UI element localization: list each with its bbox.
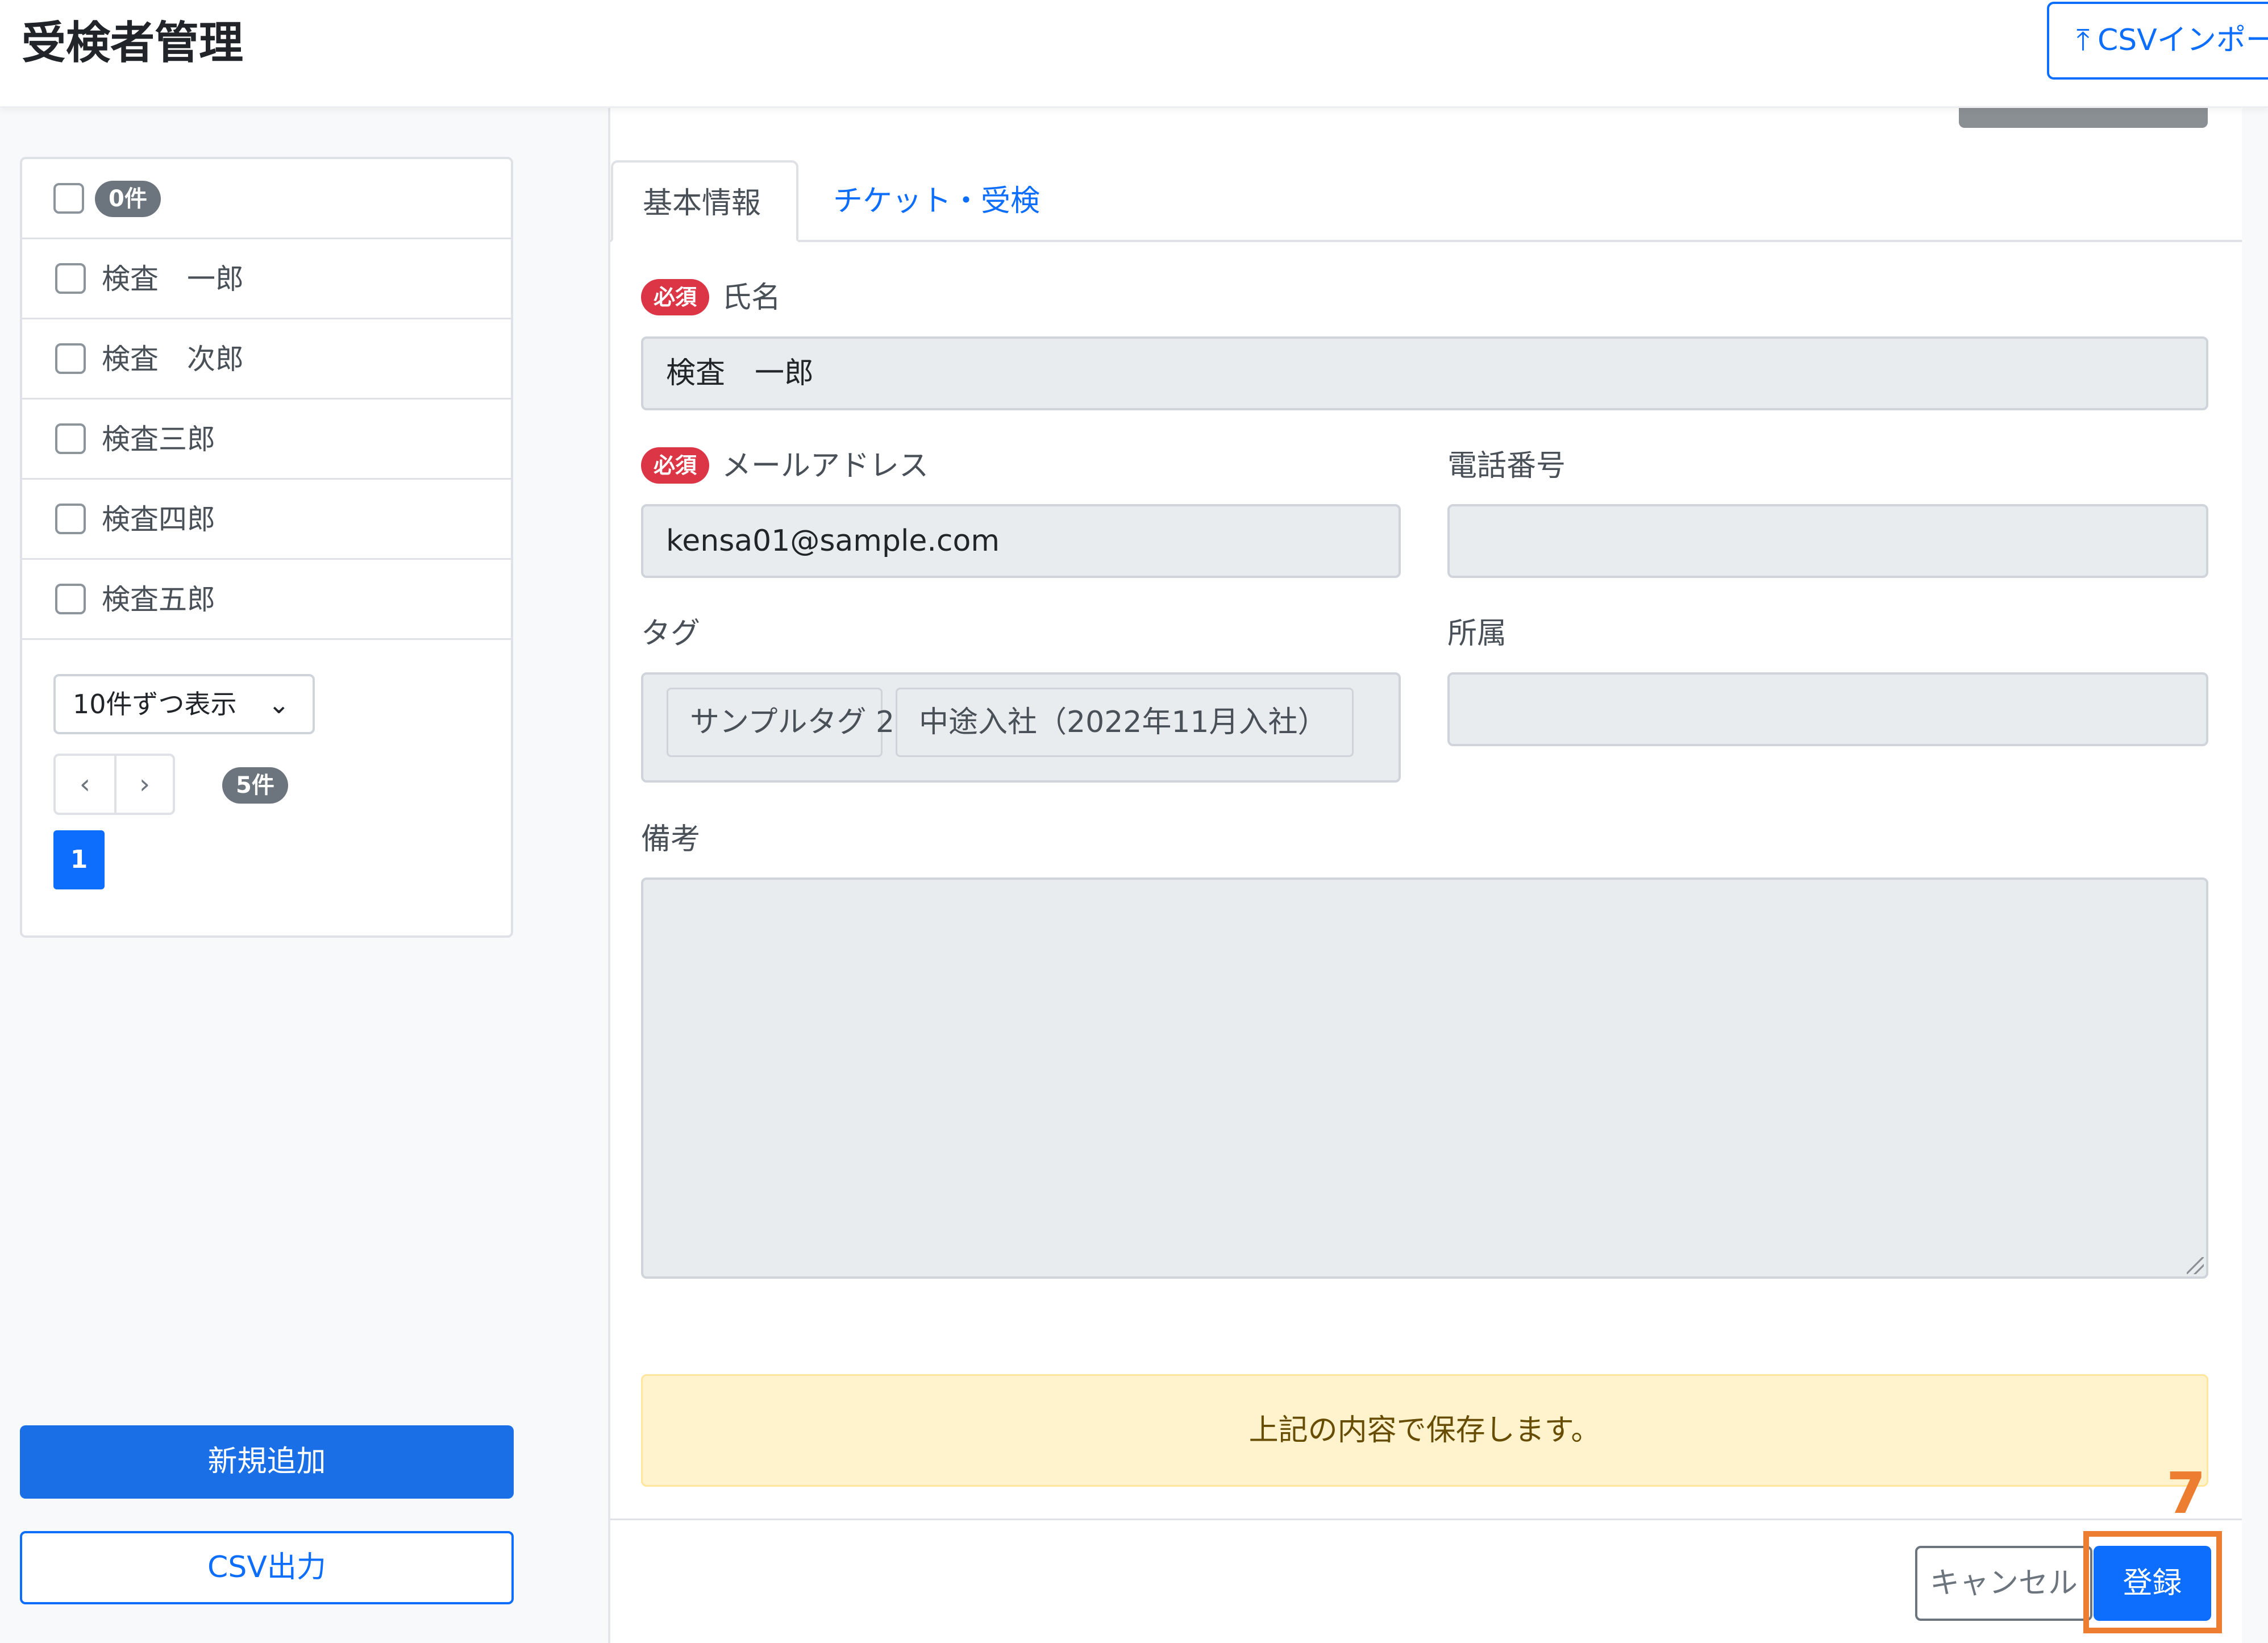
step-number: 7	[2166, 1460, 2206, 1526]
pagination-arrows: ‹ ›	[53, 754, 175, 815]
next-page-button[interactable]: ›	[114, 756, 173, 813]
list-item[interactable]: 検査四郎	[22, 480, 511, 560]
tab-divider	[610, 240, 2242, 242]
per-page-select[interactable]: 10件ずつ表示 ⌄	[53, 674, 315, 734]
add-new-button[interactable]: 新規追加	[20, 1425, 514, 1499]
page-title: 受検者管理	[22, 18, 244, 69]
per-page-value: 10件ずつ表示	[73, 689, 237, 719]
examinee-name[interactable]: 検査三郎	[102, 400, 215, 480]
row-checkbox[interactable]	[55, 504, 86, 534]
selected-count-badge: 0件	[95, 181, 161, 217]
tab-basic-info[interactable]: 基本情報	[611, 160, 798, 242]
phone-field[interactable]	[1447, 504, 2208, 578]
required-badge: 必須	[641, 279, 710, 315]
name-label-text: 氏名	[722, 281, 781, 315]
name-label: 必須 氏名	[641, 275, 781, 321]
csv-import-label: CSVインポート	[2097, 23, 2268, 57]
examinee-name[interactable]: 検査 一郎	[102, 239, 244, 319]
affiliation-label: 所属	[1447, 617, 1507, 651]
examinee-name[interactable]: 検査四郎	[102, 480, 215, 560]
list-item[interactable]: 検査 次郎	[22, 319, 511, 400]
name-field[interactable]: 検査 一郎	[641, 336, 2208, 410]
list-item[interactable]: 検査 一郎	[22, 239, 511, 319]
chevron-down-icon: ⌄	[268, 689, 290, 719]
page-1-button[interactable]: 1	[53, 830, 105, 889]
csv-export-button[interactable]: CSV出力	[20, 1531, 514, 1604]
page-header: 受検者管理 ⤒CSVインポート	[0, 0, 2268, 108]
tag-chip[interactable]: 中途入社（2022年11月入社）	[896, 688, 1354, 757]
step-highlight-box	[2083, 1531, 2222, 1633]
email-label-text: メールアドレス	[722, 449, 929, 483]
email-label: 必須 メールアドレス	[641, 443, 929, 489]
select-all-checkbox[interactable]	[53, 183, 84, 214]
notes-textarea[interactable]	[641, 877, 2208, 1279]
prev-page-button[interactable]: ‹	[56, 756, 114, 813]
email-field[interactable]: kensa01@sample.com	[641, 504, 1401, 578]
examinee-name[interactable]: 検査 次郎	[102, 319, 244, 400]
cancel-button[interactable]: キャンセル	[1915, 1546, 2092, 1621]
list-item[interactable]: 検査三郎	[22, 400, 511, 480]
save-notice: 上記の内容で保存します。	[641, 1374, 2208, 1487]
affiliation-field[interactable]	[1447, 672, 2208, 746]
list-item[interactable]: 検査五郎	[22, 560, 511, 640]
select-all-row: 0件	[22, 159, 511, 239]
row-checkbox[interactable]	[55, 263, 86, 294]
partial-action-button[interactable]	[1959, 108, 2208, 128]
examinee-list-card: 0件 検査 一郎 検査 次郎 検査三郎 検査四郎 検査五郎 10件ずつ表示 ⌄ …	[20, 157, 513, 938]
row-checkbox[interactable]	[55, 584, 86, 614]
upload-icon: ⤒	[2076, 23, 2090, 57]
tag-chip[interactable]: サンプルタグ 2	[667, 688, 894, 757]
notes-label: 備考	[641, 822, 701, 856]
row-checkbox[interactable]	[55, 423, 86, 454]
csv-import-button[interactable]: ⤒CSVインポート	[2047, 2, 2268, 80]
tag-label: タグ	[641, 617, 701, 651]
examinee-name[interactable]: 検査五郎	[102, 560, 215, 640]
total-count-badge: 5件	[222, 767, 288, 804]
footer-divider	[610, 1519, 2242, 1520]
phone-label: 電話番号	[1447, 449, 1566, 483]
resize-handle-icon[interactable]	[2187, 1257, 2204, 1274]
row-checkbox[interactable]	[55, 343, 86, 374]
required-badge: 必須	[641, 447, 710, 484]
tab-ticket-exam[interactable]: チケット・受検	[800, 160, 1073, 242]
